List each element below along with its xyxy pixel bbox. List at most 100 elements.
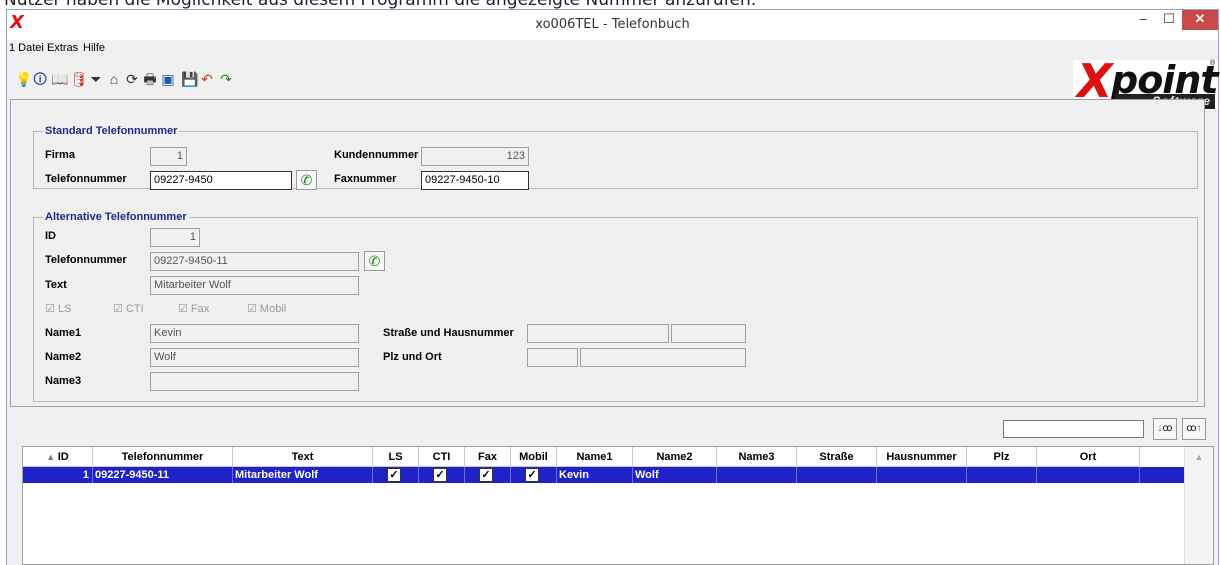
fax-input[interactable]: 09227-9450-10 [421,171,529,190]
cell-name2[interactable]: Wolf [633,467,717,483]
window-icon[interactable]: ▣ [161,70,175,88]
cti-checkbox-label: CTI [125,303,144,315]
cell-text: Kevin [559,469,589,481]
firma-field[interactable]: 1 [150,147,187,166]
ls-checkbox-label: LS [57,303,72,315]
title-bar[interactable]: X xo006TEL - Telefonbuch – ☐ ✕ [7,10,1218,40]
book-icon[interactable]: 📖 [51,70,68,88]
column-header-label: Fax [478,451,497,463]
filter-icon[interactable]: ⏷ [89,70,103,88]
column-header-id[interactable]: ▲ ID [23,447,93,467]
name3-field[interactable] [150,372,359,391]
column-header-label: Plz [993,451,1010,463]
cell-hausnummer[interactable] [877,467,967,483]
telefon-input[interactable]: 09227-9450 [150,171,292,190]
cell-name3[interactable] [717,467,797,483]
menu-extras[interactable]: Extras [47,42,78,54]
info-icon[interactable]: 🛈 [33,70,47,88]
column-header-name1[interactable]: Name1 [557,447,633,467]
cell-text: Wolf [635,469,659,481]
mobil-checkbox[interactable]: ☑ Mobil [247,302,286,315]
table-row[interactable]: 1 09227-9450-11 Mitarbeiter Wolf ✓ ✓ ✓ ✓ Kevin W… [23,467,1184,483]
maximize-button[interactable]: ☐ [1156,10,1182,30]
cell-plz[interactable] [967,467,1037,483]
logo-registered: ® [1210,60,1216,67]
column-header-label: Hausnummer [886,451,957,463]
alt-text-field[interactable]: Mitarbeiter Wolf [150,276,359,295]
column-header-name2[interactable]: Name2 [633,447,717,467]
plz-label: Plz und Ort [383,351,442,363]
menu-hilfe[interactable]: Hilfe [83,42,105,54]
checkbox-checked-icon: ✓ [525,468,539,482]
telefon-label: Telefonnummer [45,173,127,185]
search-input[interactable] [1003,420,1144,438]
refresh-icon[interactable]: ⟳ [125,70,139,88]
cti-checkbox[interactable]: ☑ CTI [113,302,144,315]
alt-text-label: Text [45,279,67,291]
arrow-up-icon: ↑ [1196,423,1202,434]
column-header-label: ID [57,451,69,463]
hausnummer-field[interactable] [671,324,746,343]
strasse-label: Straße und Hausnummer [383,327,514,339]
cell-telefonnummer[interactable]: 09227-9450-11 [93,467,233,483]
undo-icon[interactable]: ↶ [200,70,214,88]
column-header-text[interactable]: Text [233,447,373,467]
ls-checkbox[interactable]: ☑ LS [45,302,71,315]
cell-ort[interactable] [1037,467,1140,483]
call-phone-icon[interactable]: ✆ [296,170,317,190]
plz-field[interactable] [527,348,578,367]
alt-telefon-field[interactable]: 09227-9450-11 [150,252,359,271]
cell-text: 09227-9450-11 [95,469,170,481]
find-down-button[interactable]: ↓ꝏ [1153,418,1177,440]
column-header-mobil[interactable]: Mobil [511,447,557,467]
column-header-plz[interactable]: Plz [967,447,1037,467]
column-header-label: Name2 [656,451,693,463]
find-up-button[interactable]: ꝏ↑ [1182,418,1206,440]
column-header-ort[interactable]: Ort [1037,447,1140,467]
column-header-name3[interactable]: Name3 [717,447,797,467]
vertical-scrollbar[interactable]: ▲ [1184,447,1213,564]
column-header-hausnummer[interactable]: Hausnummer [877,447,967,467]
kundennummer-field[interactable]: 123 [421,147,529,166]
cell-id[interactable]: 1 [23,467,93,483]
sort-ascending-icon: ▲ [46,452,58,462]
firma-label: Firma [45,149,75,161]
window-title: xo006TEL - Telefonbuch [535,17,690,32]
mobil-checkbox-label: Mobil [259,303,287,315]
column-header-ls[interactable]: LS [373,447,419,467]
save-icon[interactable]: 💾 [181,70,198,88]
alt-id-field[interactable]: 1 [150,228,200,247]
menu-datei[interactable]: 1 Datei [9,42,44,54]
cell-name1[interactable]: Kevin [557,467,633,483]
name2-field[interactable]: Wolf [150,348,359,367]
home-icon[interactable]: ⌂ [107,70,121,88]
column-header-fax[interactable]: Fax [465,447,511,467]
cell-ls[interactable]: ✓ [373,467,419,483]
scroll-up-icon[interactable]: ▲ [1195,452,1204,462]
column-header-cti[interactable]: CTI [419,447,465,467]
minimize-button[interactable]: – [1130,10,1156,30]
form-panel: Standard Telefonnummer Firma 1 Kundennum… [10,99,1205,407]
alternative-legend: Alternative Telefonnummer [43,211,189,223]
alt-telefon-label: Telefonnummer [45,254,127,266]
cell-straße[interactable] [797,467,877,483]
database-icon[interactable]: 🛢 [70,70,88,88]
ort-field[interactable] [580,348,746,367]
name2-label: Name2 [45,351,82,363]
close-button[interactable]: ✕ [1182,10,1218,30]
cell-fax[interactable]: ✓ [465,467,511,483]
strasse-field[interactable] [527,324,669,343]
redo-icon[interactable]: ↷ [219,70,233,88]
name1-field[interactable]: Kevin [150,324,359,343]
column-header-label: Text [291,451,314,463]
cell-mobil[interactable]: ✓ [511,467,557,483]
alt-call-phone-icon[interactable]: ✆ [364,251,385,271]
fax-checkbox[interactable]: ☑ Fax [178,302,209,315]
column-header-telefonnummer[interactable]: Telefonnummer [93,447,233,467]
lightbulb-icon[interactable]: 💡 [15,70,32,88]
cell-text[interactable]: Mitarbeiter Wolf [233,467,373,483]
cell-cti[interactable]: ✓ [419,467,465,483]
column-header-straße[interactable]: Straße [797,447,877,467]
print-icon[interactable]: 🖶 [143,70,157,88]
name1-label: Name1 [45,327,82,339]
